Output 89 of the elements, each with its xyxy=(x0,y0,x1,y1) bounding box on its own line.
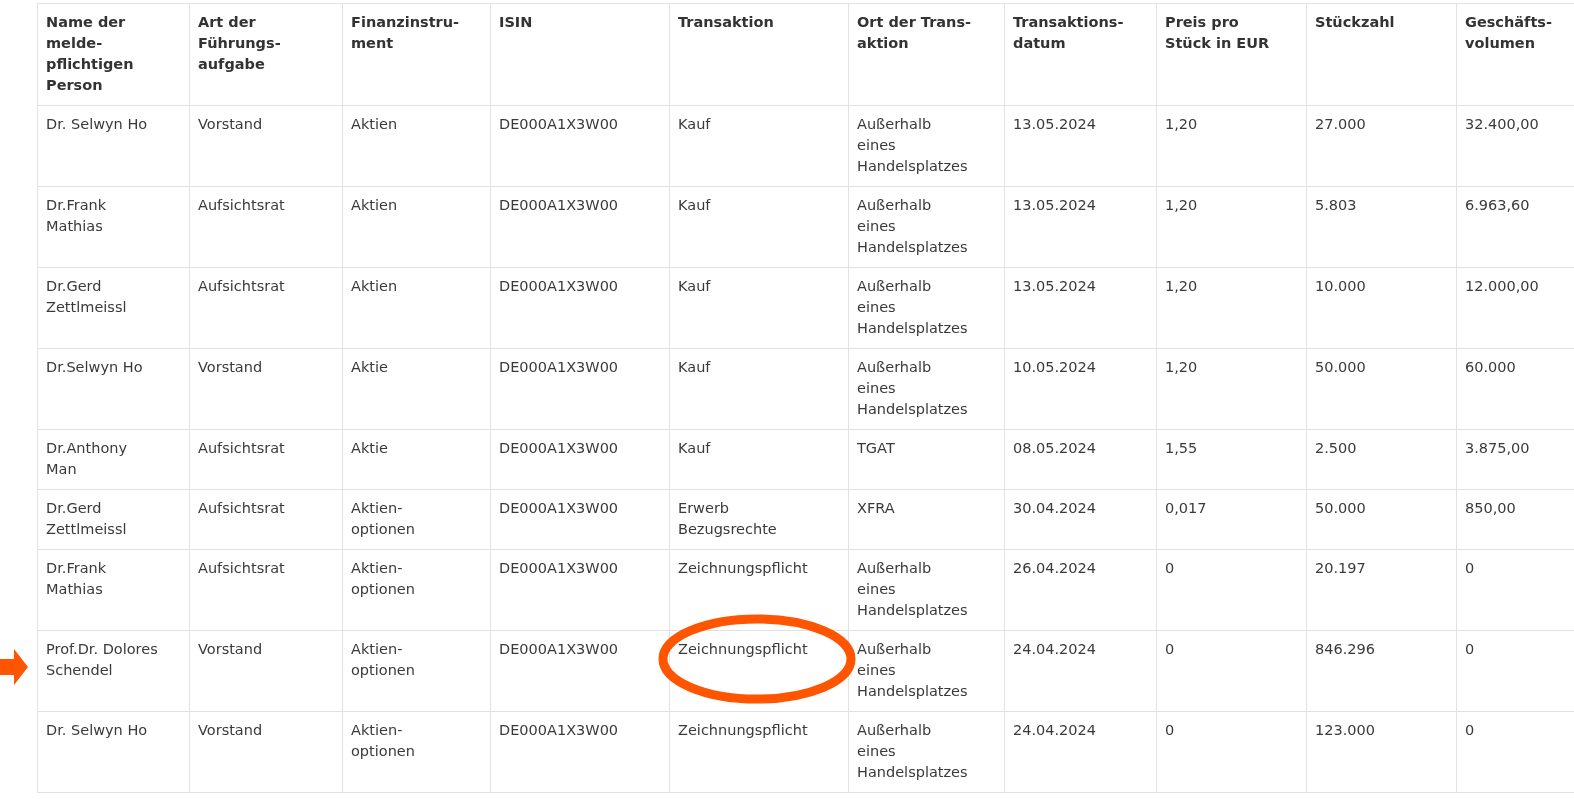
table-cell: DE000A1X3W00 xyxy=(490,429,670,490)
table-cell: Dr. Selwyn Ho xyxy=(37,711,190,793)
table-cell: Aktien-optionen xyxy=(342,489,491,550)
table-cell: 13.05.2024 xyxy=(1004,186,1157,268)
table-cell: Dr.Gerd Zettlmeissl xyxy=(37,489,190,550)
table-cell: DE000A1X3W00 xyxy=(490,348,670,430)
column-header: Preis pro Stück in EUR xyxy=(1156,3,1307,106)
column-header: ISIN xyxy=(490,3,670,106)
table-cell: Vorstand xyxy=(189,630,343,712)
table-cell: 123.000 xyxy=(1306,711,1457,793)
table-cell: Außerhalb eines Handelsplatzes xyxy=(848,267,1005,349)
table-cell: Kauf xyxy=(669,429,849,490)
table-cell: Zeichnungspflicht xyxy=(669,549,849,631)
table-cell: Aufsichtsrat xyxy=(189,549,343,631)
table-cell: 1,20 xyxy=(1156,105,1307,187)
table-cell: Aktien-optionen xyxy=(342,711,491,793)
table-cell: Aufsichtsrat xyxy=(189,489,343,550)
table-cell: Dr.Selwyn Ho xyxy=(37,348,190,430)
table-cell: DE000A1X3W00 xyxy=(490,711,670,793)
table-cell: Zeichnungspflicht xyxy=(669,711,849,793)
table-cell: 1,55 xyxy=(1156,429,1307,490)
table-cell: Dr. Selwyn Ho xyxy=(37,105,190,187)
table-cell: Aktien xyxy=(342,186,491,268)
table-cell: Vorstand xyxy=(189,348,343,430)
table-cell: Dr.Frank Mathias xyxy=(37,549,190,631)
table-cell: 24.04.2024 xyxy=(1004,711,1157,793)
table-cell: 1,20 xyxy=(1156,186,1307,268)
table-cell: Außerhalb eines Handelsplatzes xyxy=(848,549,1005,631)
table-cell: 1,20 xyxy=(1156,348,1307,430)
table-cell: DE000A1X3W00 xyxy=(490,489,670,550)
table-cell: 0 xyxy=(1156,630,1307,712)
table-cell: 846.296 xyxy=(1306,630,1457,712)
column-header: Ort der Trans-aktion xyxy=(848,3,1005,106)
table-cell: DE000A1X3W00 xyxy=(490,630,670,712)
table-cell: Aufsichtsrat xyxy=(189,429,343,490)
column-header: Name der melde-pflichtigen Person xyxy=(37,3,190,106)
table-cell: Außerhalb eines Handelsplatzes xyxy=(848,630,1005,712)
table-cell: TGAT xyxy=(848,429,1005,490)
table-cell: Aktien-optionen xyxy=(342,630,491,712)
table-cell: Kauf xyxy=(669,186,849,268)
table-cell: Kauf xyxy=(669,348,849,430)
table-cell: Außerhalb eines Handelsplatzes xyxy=(848,105,1005,187)
table-cell: DE000A1X3W00 xyxy=(490,105,670,187)
table-cell: 27.000 xyxy=(1306,105,1457,187)
table-cell: Aktien xyxy=(342,267,491,349)
table-cell: Dr.Frank Mathias xyxy=(37,186,190,268)
table-cell: 30.04.2024 xyxy=(1004,489,1157,550)
table-cell: 1,20 xyxy=(1156,267,1307,349)
table-cell: Außerhalb eines Handelsplatzes xyxy=(848,348,1005,430)
table-cell: Aktie xyxy=(342,429,491,490)
column-header: Art der Führungs-aufgabe xyxy=(189,3,343,106)
table-cell: 0 xyxy=(1156,549,1307,631)
table-cell: DE000A1X3W00 xyxy=(490,549,670,631)
table-cell: 0,017 xyxy=(1156,489,1307,550)
column-header: Transaktions-datum xyxy=(1004,3,1157,106)
table-cell: DE000A1X3W00 xyxy=(490,186,670,268)
table-cell: Aktie xyxy=(342,348,491,430)
column-header: Transaktion xyxy=(669,3,849,106)
table-cell: Dr.Gerd Zettlmeissl xyxy=(37,267,190,349)
table-cell: 0 xyxy=(1156,711,1307,793)
table-cell: Vorstand xyxy=(189,105,343,187)
table-cell: Kauf xyxy=(669,105,849,187)
table-cell: Außerhalb eines Handelsplatzes xyxy=(848,711,1005,793)
column-header: Finanzinstru-ment xyxy=(342,3,491,106)
table-cell: 08.05.2024 xyxy=(1004,429,1157,490)
table-cell: XFRA xyxy=(848,489,1005,550)
table-cell: 20.197 xyxy=(1306,549,1457,631)
table-cell: Vorstand xyxy=(189,711,343,793)
table-cell: 5.803 xyxy=(1306,186,1457,268)
table-cell: 13.05.2024 xyxy=(1004,267,1157,349)
table-cell: 10.000 xyxy=(1306,267,1457,349)
table-cell: 26.04.2024 xyxy=(1004,549,1157,631)
column-header: Geschäfts-volumen xyxy=(1456,3,1574,106)
table-cell: Aufsichtsrat xyxy=(189,267,343,349)
table-cell: 24.04.2024 xyxy=(1004,630,1157,712)
table-cell: Aktien xyxy=(342,105,491,187)
table-cell: Aktien-optionen xyxy=(342,549,491,631)
column-header: Stückzahl xyxy=(1306,3,1457,106)
table-cell: 50.000 xyxy=(1306,348,1457,430)
table-cell: Aufsichtsrat xyxy=(189,186,343,268)
table-cell: Kauf xyxy=(669,267,849,349)
table-cell: 2.500 xyxy=(1306,429,1457,490)
table-cell: 50.000 xyxy=(1306,489,1457,550)
table-cell: Außerhalb eines Handelsplatzes xyxy=(848,186,1005,268)
table-cell: Dr.Anthony Man xyxy=(37,429,190,490)
table-cell: DE000A1X3W00 xyxy=(490,267,670,349)
table-cell: 10.05.2024 xyxy=(1004,348,1157,430)
table-cell: 13.05.2024 xyxy=(1004,105,1157,187)
table-cell: Erwerb Bezugsrechte xyxy=(669,489,849,550)
